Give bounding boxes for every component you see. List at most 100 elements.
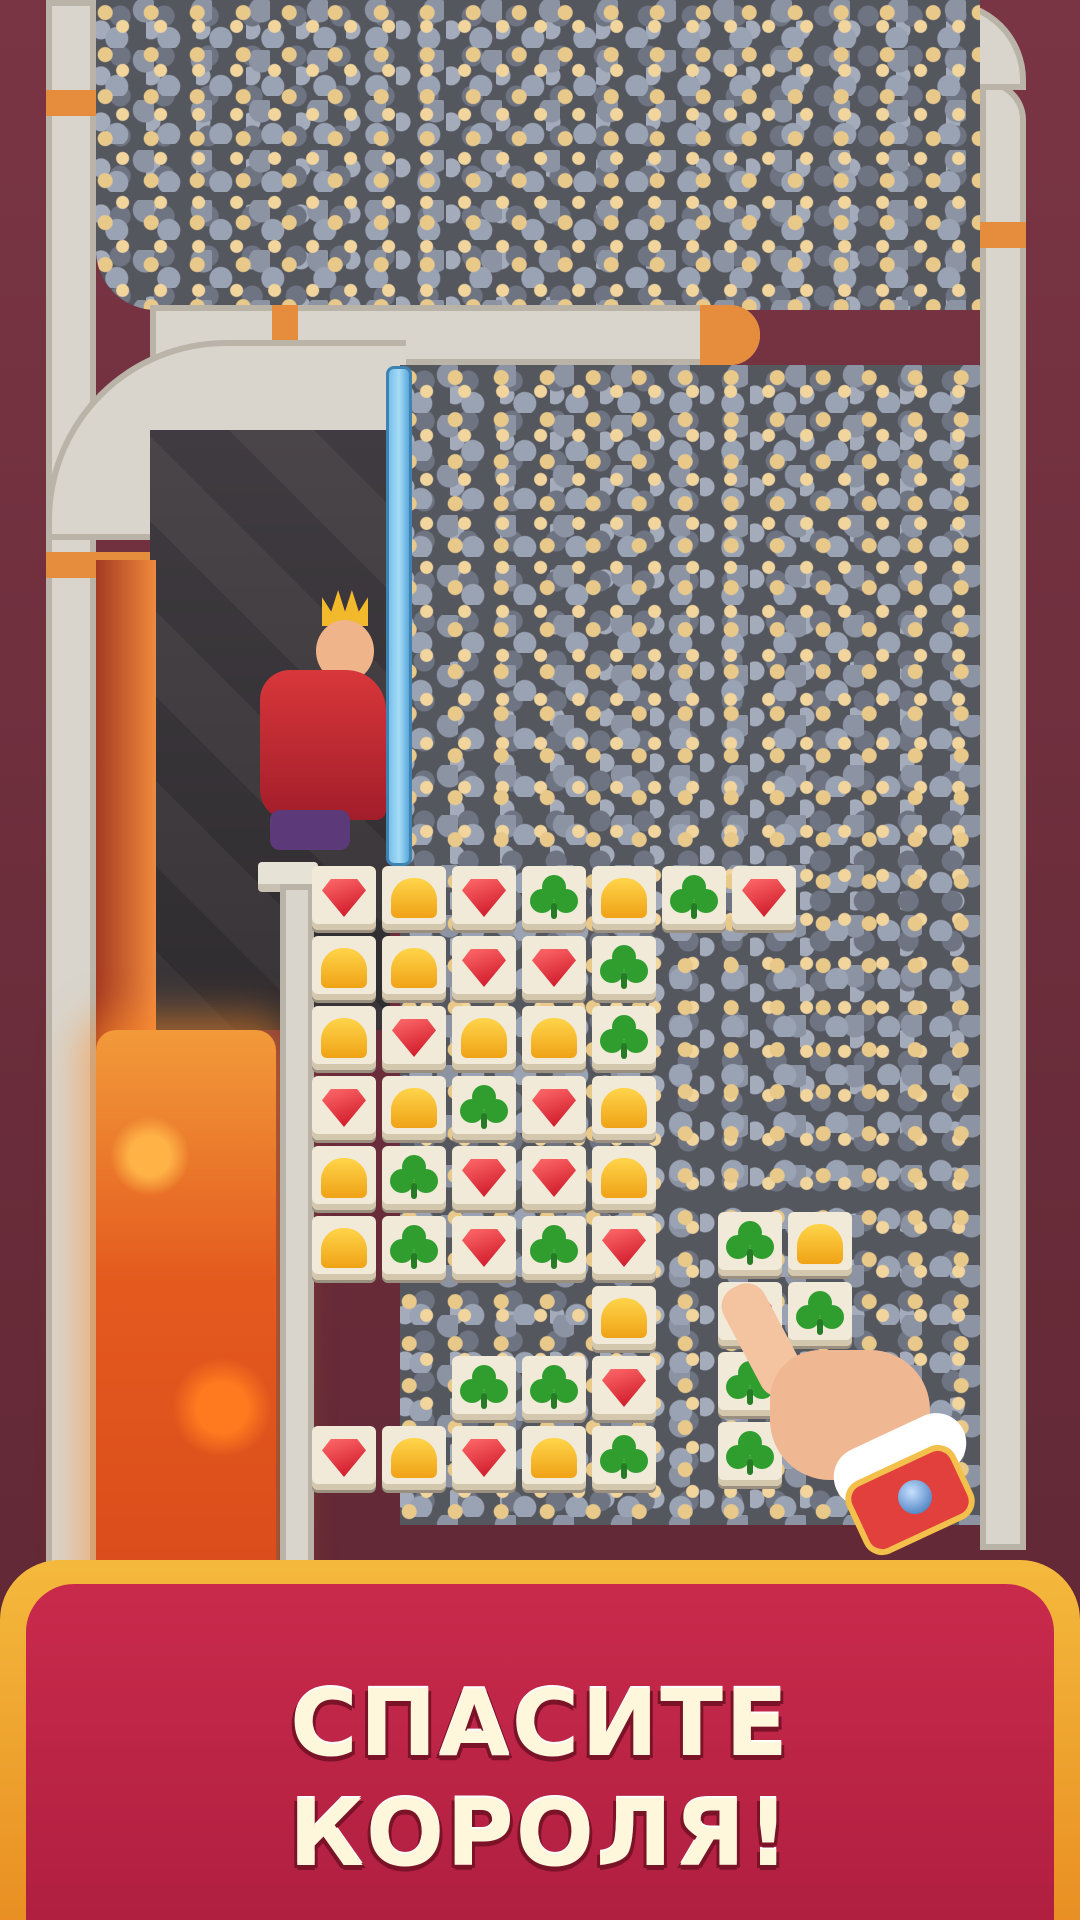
- tile-ruby[interactable]: [312, 866, 376, 930]
- tile-crown[interactable]: [592, 866, 656, 930]
- gold-crown-gem-icon: [601, 878, 647, 918]
- tile-clover[interactable]: [592, 1426, 656, 1490]
- green-clover-gem-icon: [601, 1435, 647, 1481]
- green-clover-gem-icon: [391, 1225, 437, 1271]
- tile-crown[interactable]: [382, 1426, 446, 1490]
- cuff-gem-icon: [898, 1480, 932, 1514]
- tile-crown[interactable]: [382, 866, 446, 930]
- tile-ruby[interactable]: [312, 1426, 376, 1490]
- tile-clover[interactable]: [662, 866, 726, 930]
- tile-crown[interactable]: [592, 1146, 656, 1210]
- tile-crown[interactable]: [592, 1286, 656, 1350]
- gold-crown-gem-icon: [391, 948, 437, 988]
- tile-clover[interactable]: [452, 1076, 516, 1140]
- tile-crown[interactable]: [312, 936, 376, 1000]
- pipe-cap: [700, 305, 760, 365]
- gold-crown-gem-icon: [321, 1018, 367, 1058]
- gold-crown-gem-icon: [321, 1228, 367, 1268]
- ruby-gem-icon: [742, 879, 786, 917]
- green-clover-gem-icon: [727, 1221, 773, 1267]
- tile-crown[interactable]: [312, 1006, 376, 1070]
- pipe-band: [980, 222, 1026, 248]
- game-scene: СПАСИТЕ КОРОЛЯ!: [0, 0, 1080, 1920]
- ruby-gem-icon: [462, 1159, 506, 1197]
- banner-line-1: СПАСИТЕ: [290, 1670, 790, 1777]
- tile-ruby[interactable]: [452, 866, 516, 930]
- gold-crown-gem-icon: [391, 878, 437, 918]
- tile-crown[interactable]: [592, 1076, 656, 1140]
- ruby-gem-icon: [462, 1439, 506, 1477]
- green-clover-gem-icon: [531, 1225, 577, 1271]
- ruby-gem-icon: [602, 1369, 646, 1407]
- ruby-gem-icon: [322, 1439, 366, 1477]
- tile-clover[interactable]: [522, 866, 586, 930]
- king-legs: [270, 810, 350, 850]
- board-left-wall: [280, 884, 314, 1584]
- tile-ruby[interactable]: [522, 1146, 586, 1210]
- pipe-outer-left: [46, 0, 96, 1660]
- pointing-hand-icon: [714, 1276, 990, 1570]
- green-clover-gem-icon: [671, 875, 717, 921]
- gold-crown-gem-icon: [321, 1158, 367, 1198]
- tile-ruby[interactable]: [312, 1076, 376, 1140]
- tile-ruby[interactable]: [592, 1216, 656, 1280]
- tile-crown[interactable]: [522, 1426, 586, 1490]
- tile-clover[interactable]: [382, 1146, 446, 1210]
- top-gravel-chamber: [96, 0, 980, 310]
- tile-clover[interactable]: [592, 1006, 656, 1070]
- tile-clover[interactable]: [382, 1216, 446, 1280]
- green-clover-gem-icon: [601, 945, 647, 991]
- ruby-gem-icon: [392, 1019, 436, 1057]
- tile-clover[interactable]: [718, 1212, 782, 1276]
- tile-clover[interactable]: [522, 1356, 586, 1420]
- tile-ruby[interactable]: [522, 936, 586, 1000]
- ruby-gem-icon: [462, 879, 506, 917]
- ruby-gem-icon: [462, 949, 506, 987]
- tile-ruby[interactable]: [452, 936, 516, 1000]
- tile-crown[interactable]: [452, 1006, 516, 1070]
- green-clover-gem-icon: [461, 1365, 507, 1411]
- tile-ruby[interactable]: [732, 866, 796, 930]
- gold-crown-gem-icon: [531, 1438, 577, 1478]
- tile-ruby[interactable]: [452, 1426, 516, 1490]
- banner-line-2: КОРОЛЯ!: [288, 1780, 792, 1887]
- green-clover-gem-icon: [391, 1155, 437, 1201]
- tile-ruby[interactable]: [382, 1006, 446, 1070]
- tile-crown[interactable]: [382, 936, 446, 1000]
- tile-crown[interactable]: [522, 1006, 586, 1070]
- tile-crown[interactable]: [312, 1216, 376, 1280]
- gold-crown-gem-icon: [391, 1088, 437, 1128]
- green-clover-gem-icon: [461, 1085, 507, 1131]
- tile-ruby[interactable]: [452, 1216, 516, 1280]
- tile-clover[interactable]: [522, 1216, 586, 1280]
- ruby-gem-icon: [602, 1229, 646, 1267]
- tile-clover[interactable]: [592, 936, 656, 1000]
- gold-crown-gem-icon: [391, 1438, 437, 1478]
- gold-crown-gem-icon: [601, 1158, 647, 1198]
- tile-crown[interactable]: [382, 1076, 446, 1140]
- ruby-gem-icon: [322, 879, 366, 917]
- ruby-gem-icon: [532, 1089, 576, 1127]
- gold-crown-gem-icon: [531, 1018, 577, 1058]
- green-clover-gem-icon: [601, 1015, 647, 1061]
- gold-crown-gem-icon: [461, 1018, 507, 1058]
- gold-crown-gem-icon: [797, 1224, 843, 1264]
- green-clover-gem-icon: [531, 875, 577, 921]
- tile-crown[interactable]: [312, 1146, 376, 1210]
- tile-ruby[interactable]: [452, 1146, 516, 1210]
- ruby-gem-icon: [322, 1089, 366, 1127]
- gold-crown-gem-icon: [601, 1298, 647, 1338]
- ruby-gem-icon: [532, 1159, 576, 1197]
- pipe-band: [46, 90, 96, 116]
- gold-crown-gem-icon: [601, 1088, 647, 1128]
- king-character: [250, 580, 390, 860]
- king-robe: [260, 670, 386, 820]
- ruby-gem-icon: [462, 1229, 506, 1267]
- tile-ruby[interactable]: [522, 1076, 586, 1140]
- ruby-gem-icon: [532, 949, 576, 987]
- green-clover-gem-icon: [531, 1365, 577, 1411]
- tile-crown[interactable]: [788, 1212, 852, 1276]
- tile-clover[interactable]: [452, 1356, 516, 1420]
- gold-crown-gem-icon: [321, 948, 367, 988]
- tile-ruby[interactable]: [592, 1356, 656, 1420]
